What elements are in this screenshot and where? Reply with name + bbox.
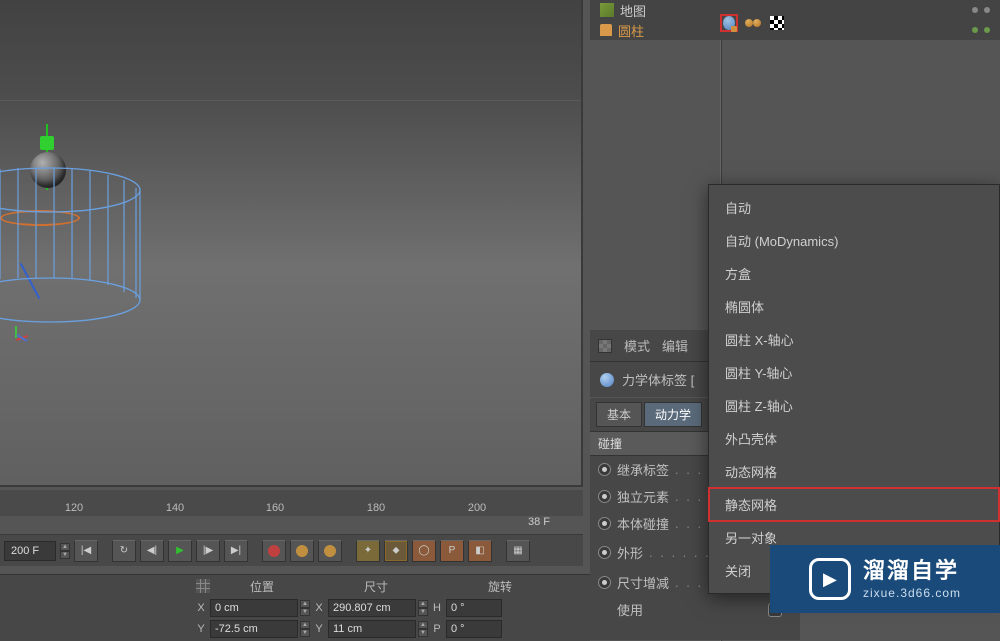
rot-p-field[interactable] <box>446 620 502 638</box>
dd-option-auto-modynamics[interactable]: 自动 (MoDynamics) <box>709 224 999 257</box>
pos-x-field[interactable] <box>210 599 298 617</box>
frame-spinner[interactable]: ▲▼ <box>60 543 70 559</box>
coord-panel: 位置 尺寸 旋转 X ▲▼ X ▲▼ H Y ▲▼ Y ▲▼ P <box>190 574 590 641</box>
shape-dropdown-menu: 自动 自动 (MoDynamics) 方盒 椭圆体 圆柱 X-轴心 圆柱 Y-轴… <box>708 184 1000 594</box>
dd-option-ellipsoid[interactable]: 椭圆体 <box>709 290 999 323</box>
axis-z <box>20 263 41 299</box>
dd-option-auto[interactable]: 自动 <box>709 191 999 224</box>
cube-icon <box>600 3 614 17</box>
radio-icon[interactable] <box>598 463 611 476</box>
key-rot-button[interactable]: ◯ <box>412 540 436 562</box>
play-icon: ▶ <box>809 558 851 600</box>
play-button[interactable]: ▶ <box>168 540 192 562</box>
attr-tab-edit[interactable]: 编辑 <box>662 336 688 355</box>
watermark: ▶ 溜溜自学 zixue.3d66.com <box>770 545 1000 613</box>
rot-h-field[interactable] <box>446 599 502 617</box>
texture-tag-icon[interactable] <box>768 14 786 32</box>
dd-option-cyl-y[interactable]: 圆柱 Y-轴心 <box>709 356 999 389</box>
dd-option-static-mesh[interactable]: 静态网格 <box>709 488 999 521</box>
object-tags <box>720 14 786 32</box>
current-frame: 38 F <box>528 516 550 528</box>
key-param-button[interactable]: P <box>440 540 464 562</box>
prop-use: 使用 <box>590 596 800 623</box>
collider-tag-icon[interactable] <box>744 14 762 32</box>
tab-basic[interactable]: 基本 <box>596 402 642 427</box>
coord-header-rot: 旋转 <box>488 578 512 595</box>
coord-header-pos: 位置 <box>250 578 274 595</box>
cylinder-wireframe[interactable] <box>0 170 150 320</box>
hierarchy-row-1[interactable]: 圆柱 <box>590 20 1000 40</box>
radio-icon[interactable] <box>598 517 611 530</box>
dd-option-box[interactable]: 方盒 <box>709 257 999 290</box>
dd-option-cyl-x[interactable]: 圆柱 X-轴心 <box>709 323 999 356</box>
loop-button[interactable]: ↻ <box>112 540 136 562</box>
axis-y-handle[interactable] <box>40 136 54 150</box>
step-back-button[interactable]: ◀| <box>140 540 164 562</box>
dd-option-cyl-z[interactable]: 圆柱 Z-轴心 <box>709 389 999 422</box>
attr-tab-mode[interactable]: 模式 <box>624 336 650 355</box>
gizmo-rotate[interactable] <box>0 210 80 226</box>
playback-bar: ▲▼ |◀ ↻ ◀| ▶ |▶ ▶| ✦ ⬥ ◯ P ◧ ▦ <box>0 534 583 566</box>
goto-end-button[interactable]: ▶| <box>224 540 248 562</box>
coord-blank <box>0 574 190 641</box>
grid-icon <box>196 579 210 593</box>
record-button[interactable] <box>262 540 286 562</box>
pos-y-field[interactable] <box>210 620 298 638</box>
goto-start-button[interactable]: |◀ <box>74 540 98 562</box>
size-y-field[interactable] <box>328 620 416 638</box>
grid-icon <box>598 339 612 353</box>
radio-icon[interactable] <box>598 490 611 503</box>
autokey-button[interactable] <box>290 540 314 562</box>
axis-indicator <box>4 323 32 351</box>
timeline-options-button[interactable]: ▦ <box>506 540 530 562</box>
keyframe-button[interactable] <box>318 540 342 562</box>
hierarchy-panel: 地图 圆柱 <box>590 0 1000 40</box>
hierarchy-row-0[interactable]: 地图 <box>590 0 1000 20</box>
timeline-ruler[interactable]: 120 140 160 180 200 <box>0 490 583 516</box>
coord-header-size: 尺寸 <box>364 578 388 595</box>
dynamics-tag-icon[interactable] <box>720 14 738 32</box>
size-x-field[interactable] <box>328 599 416 617</box>
dd-option-moving-mesh[interactable]: 动态网格 <box>709 455 999 488</box>
end-frame-field[interactable] <box>4 541 56 561</box>
viewport[interactable] <box>0 0 583 487</box>
cylinder-icon <box>600 24 612 36</box>
hierarchy-item-label: 圆柱 <box>618 21 644 40</box>
radio-icon[interactable] <box>598 576 611 589</box>
key-pos-button[interactable]: ✦ <box>356 540 380 562</box>
dd-option-convex[interactable]: 外凸壳体 <box>709 422 999 455</box>
key-scale-button[interactable]: ⬥ <box>384 540 408 562</box>
key-pla-button[interactable]: ◧ <box>468 540 492 562</box>
sphere-object[interactable] <box>30 152 66 188</box>
tab-dynamics[interactable]: 动力学 <box>644 402 702 427</box>
hierarchy-item-label: 地图 <box>620 1 646 20</box>
radio-icon[interactable] <box>598 546 611 559</box>
step-forward-button[interactable]: |▶ <box>196 540 220 562</box>
dynamics-icon <box>600 373 614 387</box>
